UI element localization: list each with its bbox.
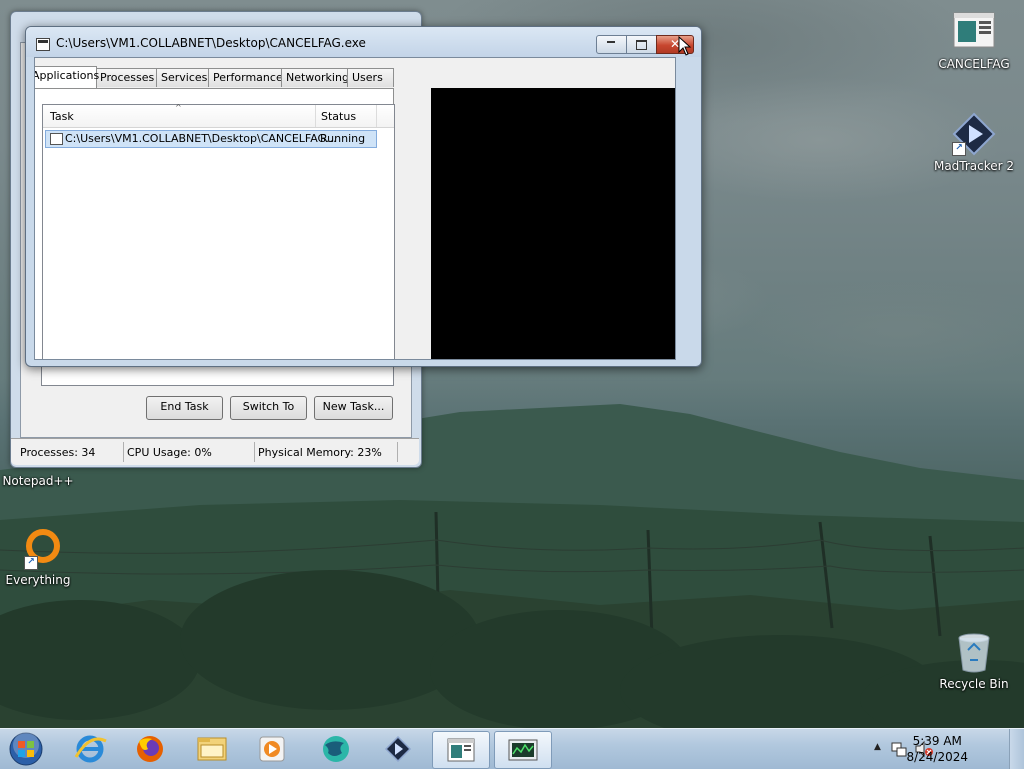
console-app-icon [36,38,50,51]
clock-time: 5:39 AM [912,734,962,748]
sort-arrow-icon: ^ [175,103,182,112]
network-icon[interactable] [890,740,908,758]
tab-services[interactable]: Services [156,68,210,87]
desktop-icon-label: Everything [5,573,71,587]
taskbar-globe-browser[interactable] [308,731,364,767]
desktop-icon-cancelfag[interactable]: CANCELFAG [932,10,1016,71]
window-title: C:\Users\VM1.COLLABNET\Desktop\CANCELFAG… [56,36,366,50]
tab-processes[interactable]: Processes [95,68,157,87]
task-manager-status-bar: Processes: 34 CPU Usage: 0% Physical Mem… [11,438,419,465]
cancelfag-console-window[interactable]: C:\Users\VM1.COLLABNET\Desktop\CANCELFAG… [25,26,702,367]
column-divider [315,105,316,127]
desktop-icon-label: Recycle Bin [939,677,1009,691]
desktop-icon-label: MadTracker 2 [933,159,1015,173]
applications-list[interactable]: Task ^ Status C:\Users\VM1.COLLABNET\Des… [42,103,395,359]
desktop-icon-everything[interactable]: ↗ Everything [0,526,80,587]
column-divider [376,105,377,127]
taskbar: ▲ 5:39 AM 8/24/2024 [0,728,1024,769]
taskbar-firefox[interactable] [122,731,178,767]
status-separator [254,442,255,462]
task-name: C:\Users\VM1.COLLABNET\Desktop\CANCELFAG… [65,132,337,145]
task-status: Running [320,132,366,145]
madtracker-icon [384,735,412,763]
cancelfag-app-icon [952,10,996,54]
desktop[interactable]: CANCELFAG ↗ MadTracker 2 Notepad++ ↗ Eve… [0,0,1024,728]
column-status[interactable]: Status [321,110,356,123]
show-hidden-icons-icon[interactable]: ▲ [874,742,881,752]
column-task[interactable]: Task [50,110,74,123]
shortcut-arrow-icon: ↗ [952,142,966,156]
status-separator [123,442,124,462]
switch-to-button[interactable]: Switch To [230,396,307,420]
start-orb-icon [9,732,43,766]
clock-date: 8/24/2024 [906,750,968,764]
internet-explorer-icon [74,735,107,763]
new-task-button[interactable]: New Task... [314,396,393,420]
desktop-icon-label: CANCELFAG [938,57,1010,71]
media-player-icon [259,736,285,762]
recycle-bin-icon [952,630,996,674]
applications-panel: Task ^ Status C:\Users\VM1.COLLABNET\Des… [35,88,395,359]
processes-count: Processes: 34 [20,446,96,459]
show-desktop-button[interactable] [1009,729,1024,769]
maximize-button[interactable] [626,35,657,54]
cancelfag-window-icon [447,738,475,762]
status-separator [397,442,398,462]
console-output-area[interactable] [431,88,675,359]
tab-applications[interactable]: Applications [35,66,99,88]
list-header: Task ^ Status [43,103,394,128]
window-title-bar[interactable]: C:\Users\VM1.COLLABNET\Desktop\CANCELFAG… [26,27,701,57]
end-task-button[interactable]: End Task [146,396,223,420]
desktop-icon-madtracker[interactable]: ↗ MadTracker 2 [932,112,1016,173]
maximize-icon [636,40,647,50]
minimize-button[interactable] [596,35,627,54]
everything-search-icon: ↗ [16,526,60,570]
tab-networking[interactable]: Networking [281,68,349,87]
tab-users[interactable]: Users [347,68,394,87]
start-button[interactable] [6,731,46,767]
console-app-icon [50,133,63,145]
taskbar-internet-explorer[interactable] [62,731,118,767]
taskbar-cancelfag-window[interactable] [432,731,490,769]
task-manager-icon [508,739,538,761]
console-client-area[interactable]: Applications Processes Services Performa… [34,57,676,360]
cpu-usage: CPU Usage: 0% [127,446,212,459]
desktop-icon-recycle-bin[interactable]: Recycle Bin [932,630,1016,691]
table-row[interactable]: C:\Users\VM1.COLLABNET\Desktop\CANCELFAG… [45,130,377,148]
file-explorer-icon [197,737,227,761]
taskbar-madtracker[interactable] [370,731,426,767]
taskbar-file-explorer[interactable] [184,731,240,767]
physical-memory: Physical Memory: 23% [258,446,382,459]
desktop-icon-label: Notepad++ [2,474,74,488]
taskbar-task-manager[interactable] [494,731,552,769]
notification-area: ▲ 5:39 AM 8/24/2024 [864,729,1024,769]
madtracker-icon: ↗ [952,112,996,156]
minimize-icon [607,41,615,43]
firefox-icon [137,736,163,762]
taskbar-clock[interactable]: 5:39 AM 8/24/2024 [906,733,968,765]
shortcut-arrow-icon: ↗ [24,556,38,570]
taskbar-media-player[interactable] [244,731,300,767]
mouse-cursor-icon [678,36,692,56]
browser-globe-icon [323,736,349,762]
tab-performance[interactable]: Performance [208,68,283,87]
desktop-icon-notepadpp[interactable]: Notepad++ [0,474,80,488]
